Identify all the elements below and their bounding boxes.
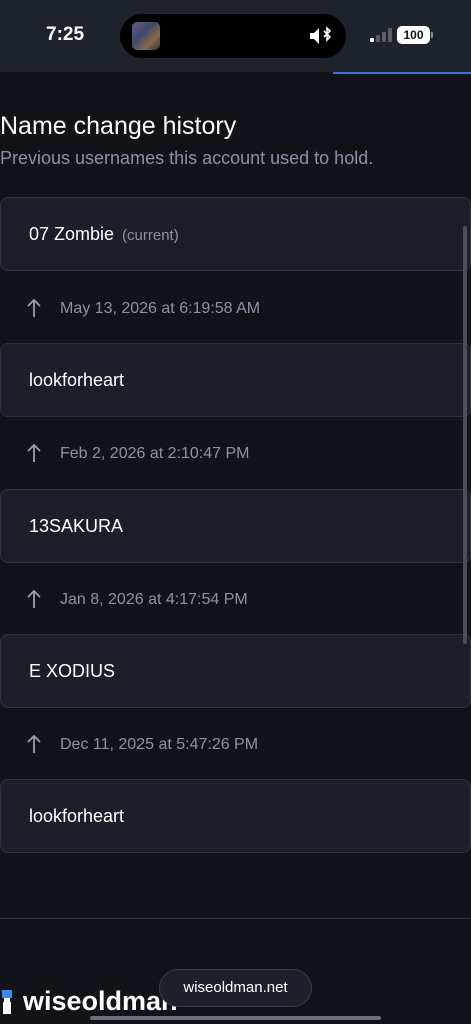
- current-tag: (current): [122, 227, 179, 244]
- name-card: lookforheart: [0, 779, 471, 853]
- name-change-row: Feb 2, 2026 at 2:10:47 PM: [0, 440, 471, 470]
- active-tab-indicator: [333, 72, 471, 74]
- speaker-bluetooth-icon: [310, 26, 332, 44]
- change-date: Dec 11, 2025 at 5:47:26 PM: [60, 736, 259, 753]
- username-label: 07 Zombie: [29, 224, 115, 244]
- url-bar[interactable]: wiseoldman.net: [159, 969, 312, 1007]
- home-indicator[interactable]: [90, 1016, 381, 1020]
- arrow-up-icon: [27, 443, 41, 462]
- album-art-icon: [132, 22, 160, 50]
- arrow-up-icon: [27, 589, 41, 608]
- section-subtitle: Previous usernames this account used to …: [0, 148, 374, 168]
- change-date: Feb 2, 2026 at 2:10:47 PM: [60, 445, 250, 462]
- name-change-row: Dec 11, 2025 at 5:47:26 PM: [0, 731, 471, 761]
- name-card: 13SAKURA: [0, 489, 471, 563]
- name-card: lookforheart: [0, 343, 471, 417]
- status-bar: 7:25 100: [0, 0, 471, 72]
- cellular-signal-icon: [370, 28, 394, 42]
- battery-indicator: 100: [397, 26, 430, 44]
- username-label: E XODIUS: [29, 661, 116, 681]
- change-date: Jan 8, 2026 at 4:17:54 PM: [60, 591, 248, 608]
- arrow-up-icon: [27, 734, 41, 753]
- change-date: May 13, 2026 at 6:19:58 AM: [60, 300, 261, 317]
- username-label: lookforheart: [29, 806, 125, 826]
- name-card: E XODIUS: [0, 634, 471, 708]
- arrow-up-icon: [27, 298, 41, 317]
- battery-nub: [431, 32, 433, 38]
- username-label: 13SAKURA: [29, 516, 124, 536]
- wiseoldman-logo-icon: [2, 990, 12, 1014]
- username-current: 07 Zombie (current): [29, 224, 179, 245]
- footer-divider: [0, 918, 471, 919]
- name-change-row: Jan 8, 2026 at 4:17:54 PM: [0, 586, 471, 616]
- name-card-current: 07 Zombie (current): [0, 197, 471, 271]
- brand-name[interactable]: wiseoldman: [23, 986, 178, 1017]
- status-time: 7:25: [46, 24, 85, 45]
- dynamic-island[interactable]: [120, 14, 346, 58]
- scrollbar-thumb[interactable]: [463, 226, 467, 644]
- section-title: Name change history: [0, 112, 237, 140]
- username-label: lookforheart: [29, 370, 125, 390]
- name-change-row: May 13, 2026 at 6:19:58 AM: [0, 295, 471, 325]
